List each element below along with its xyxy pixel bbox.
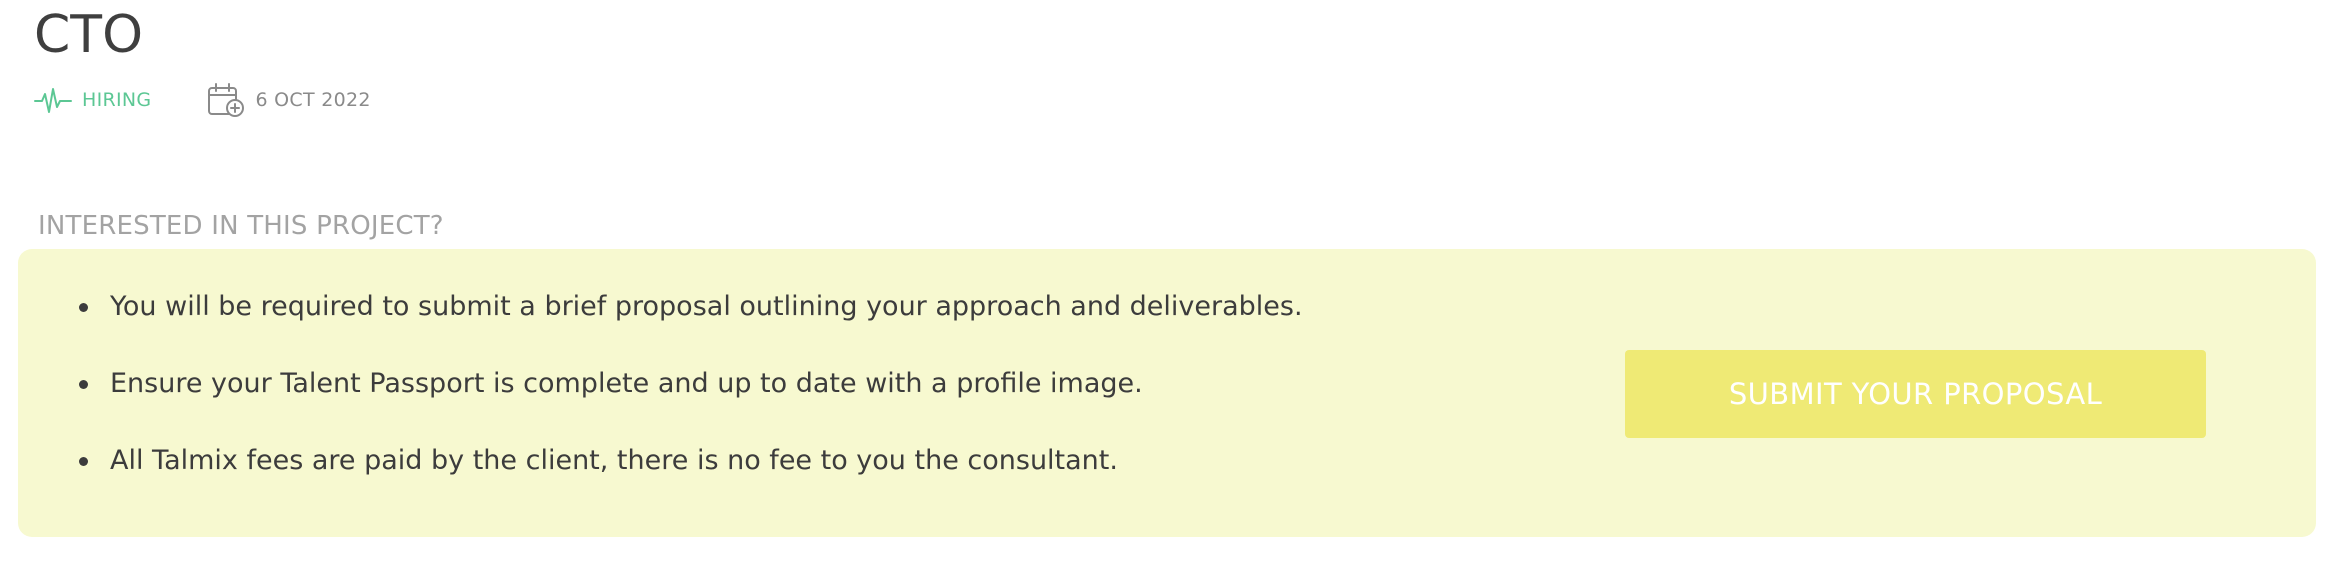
date-label: 6 OCT 2022 <box>255 89 371 111</box>
proposal-panel: You will be required to submit a brief p… <box>18 249 2316 537</box>
calendar-add-icon <box>208 83 245 117</box>
requirement-text: You will be required to submit a brief p… <box>110 291 1303 322</box>
page-title: CTO <box>34 5 144 65</box>
requirements-list: You will be required to submit a brief p… <box>72 289 1303 520</box>
bullet-icon <box>79 380 88 389</box>
list-item: Ensure your Talent Passport is complete … <box>72 366 1303 443</box>
project-page: CTO HIRING 6 OCT 2022 INTERESTED IN THIS… <box>0 0 2338 574</box>
interest-heading: INTERESTED IN THIS PROJECT? <box>38 211 444 241</box>
submit-proposal-button[interactable]: SUBMIT YOUR PROPOSAL <box>1625 350 2206 438</box>
requirement-text: All Talmix fees are paid by the client, … <box>110 445 1118 476</box>
list-item: All Talmix fees are paid by the client, … <box>72 443 1303 520</box>
posted-date: 6 OCT 2022 <box>207 82 370 118</box>
bullet-icon <box>79 457 88 466</box>
status-badge: HIRING <box>34 85 151 115</box>
bullet-icon <box>79 303 88 312</box>
requirement-text: Ensure your Talent Passport is complete … <box>110 368 1143 399</box>
status-label: HIRING <box>82 89 152 111</box>
project-meta: HIRING 6 OCT 2022 <box>34 80 371 120</box>
activity-pulse-icon <box>34 88 72 113</box>
list-item: You will be required to submit a brief p… <box>72 289 1303 366</box>
